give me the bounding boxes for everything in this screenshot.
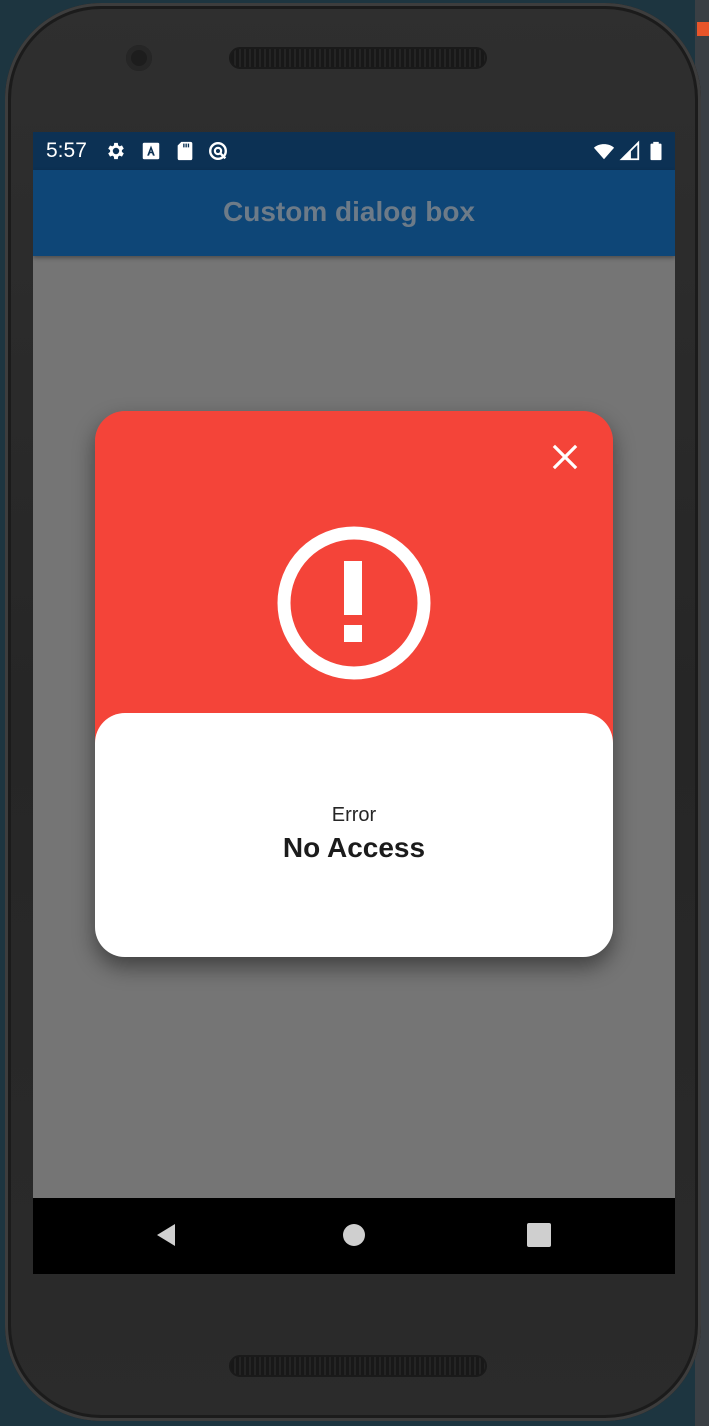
- error-alert-icon: [277, 526, 431, 680]
- front-camera: [126, 45, 152, 71]
- dialog-label: Error: [331, 804, 377, 826]
- bottom-speaker: [229, 1355, 487, 1377]
- back-icon[interactable]: [151, 1220, 181, 1250]
- settings-icon: [108, 142, 124, 160]
- navigation-bar: [33, 1198, 675, 1274]
- signal-icon: [619, 140, 640, 161]
- top-speaker: [229, 47, 487, 69]
- error-dialog: Error No Access: [95, 411, 613, 957]
- a-notification-icon: [142, 142, 160, 160]
- sd-card-icon: [177, 141, 193, 161]
- wifi-icon: [593, 144, 615, 160]
- status-time: 5:57: [46, 139, 87, 162]
- app-bar: Custom dialog box: [33, 170, 675, 256]
- desktop-tag: [697, 22, 709, 36]
- dialog-body: Error No Access: [95, 713, 613, 957]
- status-bar: 5:57: [33, 132, 675, 170]
- recents-icon[interactable]: [524, 1220, 554, 1250]
- battery-icon: [650, 141, 662, 161]
- data-saver-icon: [209, 142, 227, 160]
- close-icon[interactable]: [547, 439, 583, 475]
- home-icon[interactable]: [339, 1220, 369, 1250]
- app-title: Custom dialog box: [223, 196, 475, 227]
- dialog-header: [95, 411, 613, 751]
- device-screen: 5:57 Custom dialog box Error No Access: [33, 132, 675, 1274]
- dialog-message: No Access: [282, 832, 426, 863]
